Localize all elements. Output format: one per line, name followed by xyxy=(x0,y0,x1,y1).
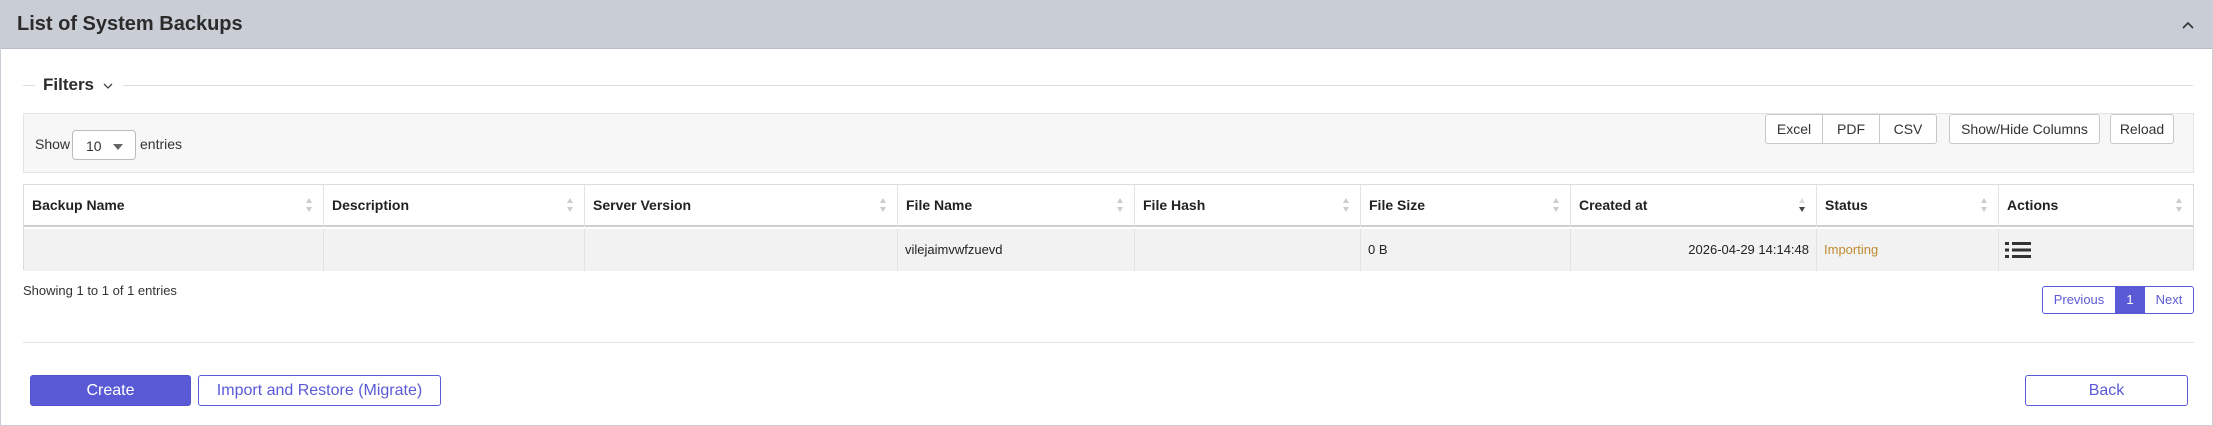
entries-label: entries xyxy=(140,136,183,152)
pagination-page-1[interactable]: 1 xyxy=(2115,286,2145,314)
pagination-previous[interactable]: Previous xyxy=(2042,286,2116,314)
sort-icon xyxy=(306,198,312,212)
column-label: Server Version xyxy=(593,197,692,213)
sort-icon xyxy=(2176,198,2182,212)
show-label: Show xyxy=(35,136,71,152)
chevron-down-icon[interactable] xyxy=(101,79,115,93)
table-row[interactable]: vilejaimvwfzuevd 0 B 2026-04-29 14:14:48… xyxy=(24,229,2193,271)
filters-toggle-label[interactable]: Filters xyxy=(43,75,94,95)
cell-text: 0 B xyxy=(1368,242,1388,257)
column-header-description[interactable]: Description xyxy=(324,185,585,227)
column-header-file-hash[interactable]: File Hash xyxy=(1135,185,1361,227)
cell-file-size: 0 B xyxy=(1361,229,1571,271)
export-excel-button[interactable]: Excel xyxy=(1765,114,1823,144)
backups-table: Backup Name Description Server Version F… xyxy=(23,184,2194,271)
column-label: Created at xyxy=(1579,197,1648,213)
column-label: File Name xyxy=(906,197,973,213)
column-label: Backup Name xyxy=(32,197,125,213)
list-icon[interactable] xyxy=(2005,242,2031,258)
cell-description xyxy=(324,229,585,271)
cell-server-version xyxy=(585,229,898,271)
import-restore-button[interactable]: Import and Restore (Migrate) xyxy=(198,375,441,406)
sort-icon xyxy=(1553,198,1559,212)
footer-divider xyxy=(23,342,2194,343)
sort-icon xyxy=(1981,198,1987,212)
pagination-next[interactable]: Next xyxy=(2144,286,2194,314)
sort-icon xyxy=(880,198,886,212)
export-pdf-button[interactable]: PDF xyxy=(1822,114,1880,144)
filters-divider-right xyxy=(123,85,2193,86)
system-backups-panel: List of System Backups Filters Show 10 e… xyxy=(0,0,2213,426)
entries-length-value: 10 xyxy=(86,138,102,154)
cell-backup-name xyxy=(24,229,324,271)
column-header-file-name[interactable]: File Name xyxy=(898,185,1135,227)
column-header-status[interactable]: Status xyxy=(1817,185,1999,227)
cell-file-hash xyxy=(1135,229,1361,271)
table-toolbar: Show 10 entries Excel PDF CSV Show/Hide … xyxy=(23,113,2194,173)
table-info: Showing 1 to 1 of 1 entries xyxy=(23,283,177,298)
sort-icon xyxy=(1343,198,1349,212)
table-header-row: Backup Name Description Server Version F… xyxy=(24,185,2193,227)
column-label: Description xyxy=(332,197,410,213)
sort-desc-icon xyxy=(1799,198,1805,212)
column-label: Status xyxy=(1825,197,1868,213)
page-title: List of System Backups xyxy=(17,13,243,35)
column-header-created-at[interactable]: Created at xyxy=(1571,185,1817,227)
column-header-server-version[interactable]: Server Version xyxy=(585,185,898,227)
entries-length-select[interactable]: 10 xyxy=(72,130,136,160)
cell-status: Importing xyxy=(1817,229,1999,271)
show-hide-columns-button[interactable]: Show/Hide Columns xyxy=(1949,114,2100,144)
column-header-actions[interactable]: Actions xyxy=(1999,185,2193,227)
reload-button[interactable]: Reload xyxy=(2110,114,2174,144)
cell-text: vilejaimvwfzuevd xyxy=(905,242,1003,257)
cell-created-at: 2026-04-29 14:14:48 xyxy=(1571,229,1817,271)
sort-icon xyxy=(1117,198,1123,212)
column-label: Actions xyxy=(2007,197,2059,213)
back-button[interactable]: Back xyxy=(2025,375,2188,406)
column-header-file-size[interactable]: File Size xyxy=(1361,185,1571,227)
column-label: File Size xyxy=(1369,197,1426,213)
panel-header[interactable]: List of System Backups xyxy=(1,1,2212,49)
create-button[interactable]: Create xyxy=(30,375,191,406)
sort-icon xyxy=(567,198,573,212)
cell-actions xyxy=(1999,229,2193,271)
cell-text: 2026-04-29 14:14:48 xyxy=(1688,242,1809,257)
export-csv-button[interactable]: CSV xyxy=(1879,114,1937,144)
chevron-up-icon[interactable] xyxy=(2178,15,2198,35)
caret-down-icon xyxy=(113,144,123,150)
column-header-backup-name[interactable]: Backup Name xyxy=(24,185,324,227)
status-badge: Importing xyxy=(1824,242,1879,257)
filters-divider-left xyxy=(23,85,35,86)
cell-file-name: vilejaimvwfzuevd xyxy=(898,229,1135,271)
column-label: File Hash xyxy=(1143,197,1206,213)
